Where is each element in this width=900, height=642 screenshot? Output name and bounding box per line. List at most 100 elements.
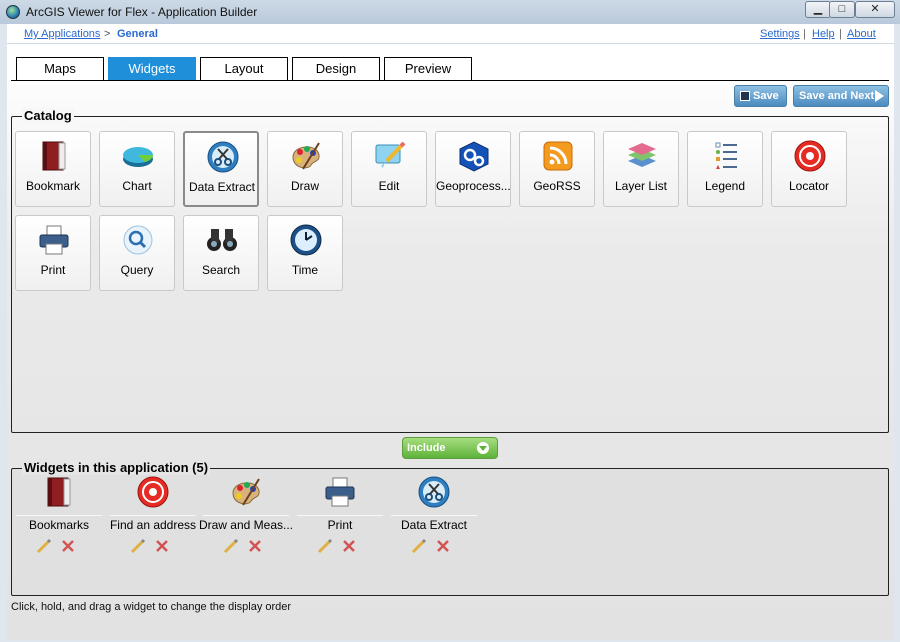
- widget-tile-draw[interactable]: Draw: [267, 131, 343, 207]
- target-icon: [137, 476, 169, 508]
- widget-tile-label: Data Extract: [188, 180, 256, 194]
- catalog-title: Catalog: [22, 108, 74, 123]
- save-button-label: Save: [753, 90, 779, 102]
- floppy-icon: [740, 91, 750, 101]
- widget-tile-label: Search: [201, 263, 241, 277]
- palette-icon: [292, 142, 320, 170]
- widget-tile-label: Locator: [788, 179, 830, 193]
- about-link[interactable]: About: [847, 28, 876, 40]
- printer-icon: [39, 225, 69, 255]
- widget-tile-label: Edit: [378, 179, 400, 193]
- widget-tile-layer-list[interactable]: Layer List: [603, 131, 679, 207]
- divider: [203, 515, 289, 516]
- clock-icon: [290, 224, 322, 256]
- installed-widget-draw-and-measure[interactable]: Draw and Meas...: [199, 475, 293, 565]
- widget-tile-time[interactable]: Time: [267, 215, 343, 291]
- widget-tile-label: GeoRSS: [533, 179, 581, 193]
- save-and-next-label: Save and Next: [799, 90, 875, 102]
- widget-tile-label: Time: [291, 263, 319, 277]
- delete-x-icon[interactable]: [341, 538, 357, 554]
- save-and-next-button[interactable]: Save and Next: [793, 85, 889, 107]
- widget-tile-label: Query: [120, 263, 154, 277]
- installed-widget-bookmarks[interactable]: Bookmarks: [16, 475, 102, 565]
- widget-tile-data-extract[interactable]: Data Extract: [183, 131, 259, 207]
- layers-icon: [628, 143, 656, 167]
- settings-link[interactable]: Settings: [760, 28, 800, 40]
- widget-tile-label: Print: [40, 263, 66, 277]
- breadcrumb-current: General: [117, 28, 158, 40]
- book-icon: [47, 477, 71, 507]
- catalog-group: Catalog Bookmark Chart Data Extract Draw…: [11, 108, 889, 433]
- arrow-right-icon: [875, 90, 884, 102]
- installed-widget-label: Find an address: [109, 518, 197, 532]
- pie-chart-icon: [123, 147, 153, 167]
- app-client-area: My Applications > General Settings | Hel…: [7, 24, 894, 640]
- widget-tile-chart[interactable]: Chart: [99, 131, 175, 207]
- binoculars-icon: [207, 229, 237, 251]
- tab-design[interactable]: Design: [292, 57, 380, 81]
- installed-widget-label: Print: [327, 518, 353, 532]
- maximize-button[interactable]: □: [829, 1, 855, 18]
- delete-x-icon[interactable]: [154, 538, 170, 554]
- widget-tile-locator[interactable]: Locator: [771, 131, 847, 207]
- installed-widget-label: Draw and Meas...: [198, 518, 294, 532]
- widget-tile-label: Legend: [704, 179, 746, 193]
- drag-order-hint: Click, hold, and drag a widget to change…: [11, 601, 292, 613]
- tab-widgets[interactable]: Widgets: [108, 57, 196, 81]
- scissors-icon: [207, 141, 239, 173]
- book-icon: [42, 141, 66, 171]
- window-title: ArcGIS Viewer for Flex - Application Bui…: [26, 5, 258, 19]
- widget-tile-print[interactable]: Print: [15, 215, 91, 291]
- widget-tile-search[interactable]: Search: [183, 215, 259, 291]
- tab-underline: [11, 80, 889, 81]
- help-link[interactable]: Help: [812, 28, 835, 40]
- edit-pencil-icon[interactable]: [36, 538, 52, 554]
- installed-widget-data-extract[interactable]: Data Extract: [391, 475, 477, 565]
- installed-widget-print[interactable]: Print: [297, 475, 383, 565]
- installed-widgets-title: Widgets in this application (5): [22, 460, 211, 475]
- window-titlebar: ArcGIS Viewer for Flex - Application Bui…: [0, 0, 900, 24]
- delete-x-icon[interactable]: [60, 538, 76, 554]
- divider: [16, 515, 102, 516]
- widget-tile-legend[interactable]: Legend: [687, 131, 763, 207]
- widget-tile-label: Chart: [122, 179, 152, 193]
- magnifier-icon: [123, 225, 153, 255]
- save-button[interactable]: Save: [734, 85, 787, 107]
- edit-pencil-icon[interactable]: [223, 538, 239, 554]
- widget-tile-georss[interactable]: GeoRSS: [519, 131, 595, 207]
- breadcrumb-separator: >: [104, 28, 111, 40]
- close-button[interactable]: ✕: [855, 1, 895, 18]
- widget-tile-geoprocessing[interactable]: Geoprocess...: [435, 131, 511, 207]
- legend-list-icon: [715, 142, 737, 169]
- divider: [391, 515, 477, 516]
- breadcrumb-my-applications[interactable]: My Applications: [24, 28, 100, 40]
- gears-icon: [459, 141, 489, 172]
- installed-widget-find-an-address[interactable]: Find an address: [110, 475, 196, 565]
- edit-pencil-icon[interactable]: [411, 538, 427, 554]
- tab-layout[interactable]: Layout: [200, 57, 288, 81]
- widget-tile-edit[interactable]: Edit: [351, 131, 427, 207]
- installed-widget-label: Data Extract: [400, 518, 468, 532]
- tab-preview[interactable]: Preview: [384, 57, 472, 81]
- include-button[interactable]: Include: [402, 437, 498, 459]
- target-icon: [794, 140, 826, 172]
- delete-x-icon[interactable]: [435, 538, 451, 554]
- tab-maps[interactable]: Maps: [16, 57, 104, 81]
- widget-tile-label: Bookmark: [25, 179, 81, 193]
- palette-icon: [232, 478, 260, 506]
- link-separator: |: [803, 28, 806, 40]
- divider: [297, 515, 383, 516]
- edit-pencil-icon[interactable]: [317, 538, 333, 554]
- widget-tile-query[interactable]: Query: [99, 215, 175, 291]
- widget-tile-bookmark[interactable]: Bookmark: [15, 131, 91, 207]
- link-separator: |: [839, 28, 842, 40]
- scissors-icon: [418, 476, 450, 508]
- printer-icon: [325, 477, 355, 507]
- widget-tile-label: Layer List: [614, 179, 668, 193]
- minimize-button[interactable]: ▁: [805, 1, 831, 18]
- edit-pencil-icon[interactable]: [130, 538, 146, 554]
- installed-widget-label: Bookmarks: [28, 518, 90, 532]
- delete-x-icon[interactable]: [247, 538, 263, 554]
- widgets-panel: Save Save and Next Catalog Bookmark Char…: [7, 84, 894, 640]
- pencil-note-icon: [375, 141, 406, 168]
